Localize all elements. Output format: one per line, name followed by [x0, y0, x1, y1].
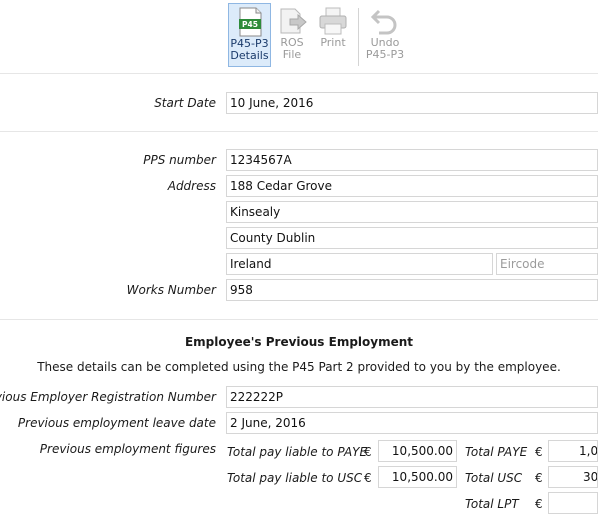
- total-usc-label: Total USC: [465, 471, 523, 485]
- print-button[interactable]: Print: [314, 3, 352, 67]
- divider: [0, 73, 598, 74]
- previous-figures-label: Previous employment figures: [39, 442, 216, 456]
- address-line2-field[interactable]: Kinsealy: [226, 201, 598, 223]
- divider: [0, 131, 598, 132]
- address-label: Address: [167, 179, 216, 193]
- start-date-field[interactable]: 10 June, 2016: [226, 92, 598, 114]
- toolbar-separator: [358, 8, 359, 66]
- currency-symbol: €: [364, 471, 372, 485]
- address-country-field[interactable]: Ireland: [226, 253, 493, 275]
- previous-leave-date-label: Previous employment leave date: [17, 416, 216, 430]
- undo-label-2: P45-P3: [365, 48, 405, 61]
- previous-employment-note: These details can be completed using the…: [37, 360, 561, 374]
- eircode-field[interactable]: Eircode: [496, 253, 598, 275]
- paye-pay-field[interactable]: 10,500.00: [378, 440, 457, 462]
- previous-employer-reg-field[interactable]: 222222P: [226, 386, 598, 408]
- currency-symbol: €: [535, 471, 543, 485]
- previous-employer-reg-label: Previous Employer Registration Number: [0, 390, 216, 404]
- divider: [0, 319, 598, 320]
- pps-label: PPS number: [143, 153, 216, 167]
- total-paye-field[interactable]: 1,09: [548, 440, 598, 462]
- total-paye-label: Total PAYE: [465, 445, 528, 459]
- currency-symbol: €: [535, 445, 543, 459]
- p45-details-label-2: Details: [230, 49, 269, 62]
- usc-pay-label: Total pay liable to USC: [227, 471, 363, 485]
- works-number-field[interactable]: 958: [226, 279, 598, 301]
- total-lpt-label: Total LPT: [465, 497, 519, 511]
- paye-pay-label: Total pay liable to PAYE: [227, 445, 368, 459]
- previous-employment-heading: Employee's Previous Employment: [184, 335, 414, 349]
- total-usc-field[interactable]: 30: [548, 466, 598, 488]
- undo-icon: [370, 9, 397, 35]
- printer-icon: [319, 7, 347, 35]
- previous-leave-date-field[interactable]: 2 June, 2016: [226, 412, 598, 434]
- undo-button[interactable]: Undo P45-P3: [364, 3, 406, 67]
- ros-file-button[interactable]: ROS File: [274, 3, 310, 67]
- pps-field[interactable]: 1234567A: [226, 149, 598, 171]
- currency-symbol: €: [535, 497, 543, 511]
- p45-details-button[interactable]: P45 P45-P3 Details: [228, 3, 271, 67]
- works-number-label: Works Number: [126, 283, 216, 297]
- address-line1-field[interactable]: 188 Cedar Grove: [226, 175, 598, 197]
- ros-file-label-2: File: [282, 48, 302, 61]
- address-line3-field[interactable]: County Dublin: [226, 227, 598, 249]
- ros-file-icon: [280, 8, 307, 34]
- currency-symbol: €: [364, 445, 372, 459]
- total-lpt-field[interactable]: [548, 492, 598, 514]
- p45-document-icon: P45: [238, 7, 261, 37]
- start-date-label: Start Date: [154, 96, 216, 110]
- svg-text:P45: P45: [242, 20, 258, 29]
- toolbar: P45 P45-P3 Details ROS File Print Undo P…: [0, 0, 598, 72]
- usc-pay-field[interactable]: 10,500.00: [378, 466, 457, 488]
- print-label: Print: [320, 36, 346, 49]
